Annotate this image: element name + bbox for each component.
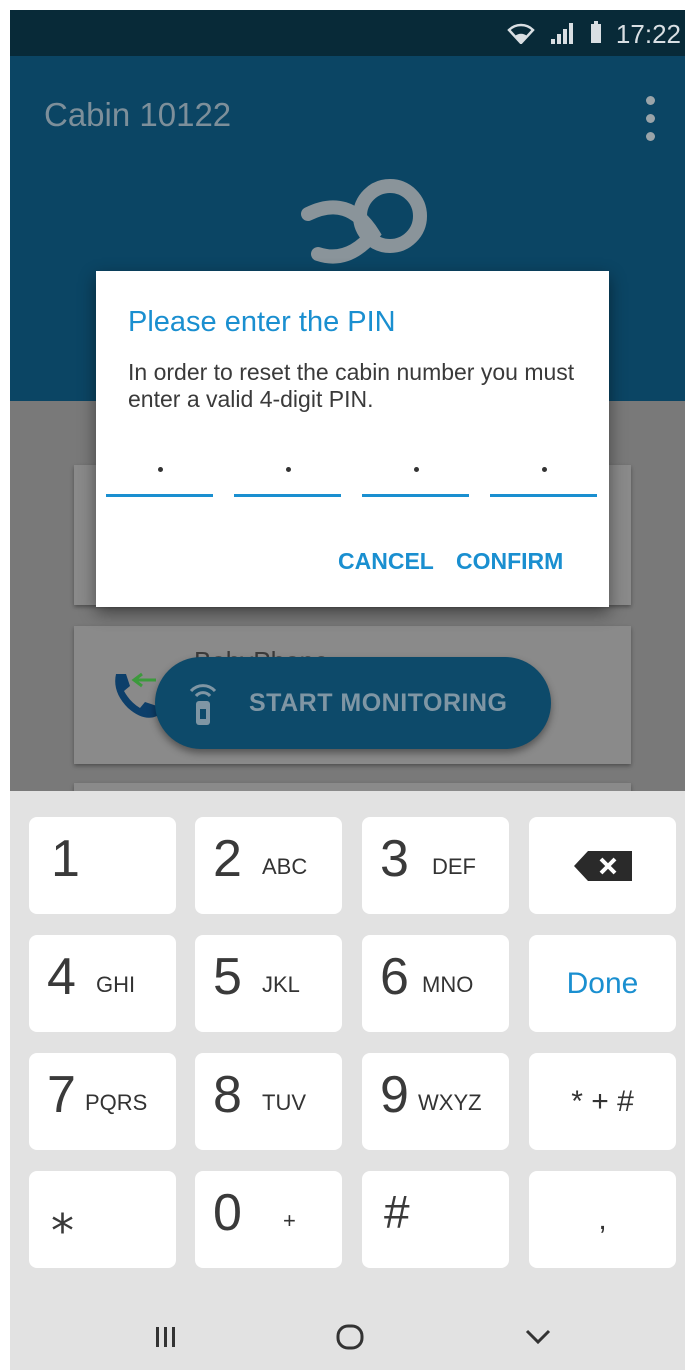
pacifier-logo-icon — [301, 179, 427, 264]
key-digit: 6 — [380, 948, 409, 1006]
pin-placeholder-dot — [541, 467, 547, 472]
key-digit: 7 — [47, 1066, 76, 1124]
key-9[interactable]: 9 WXYZ — [362, 1053, 509, 1150]
wifi-icon — [507, 23, 535, 44]
nav-bar — [10, 1305, 685, 1370]
key-8[interactable]: 8 TUV — [195, 1053, 342, 1150]
key-letters: + — [283, 1208, 296, 1233]
key-letters: PQRS — [85, 1090, 148, 1115]
pin-placeholder-dot — [157, 467, 163, 472]
signal-icon — [551, 22, 575, 44]
key-digit: ⁎ — [51, 1190, 74, 1242]
key-7[interactable]: 7 PQRS — [29, 1053, 176, 1150]
key-6[interactable]: 6 MNO — [362, 935, 509, 1032]
key-letters: GHI — [96, 972, 136, 997]
key-digit: 8 — [213, 1066, 242, 1124]
key-hash[interactable]: # — [362, 1171, 509, 1268]
dialog-title: Please enter the PIN — [128, 306, 396, 338]
phone-screen: 17:22 Cabin 10122 BabyPhone — [10, 10, 685, 1370]
key-5[interactable]: 5 JKL — [195, 935, 342, 1032]
pin-digit-2[interactable] — [234, 461, 341, 497]
key-digit: 1 — [51, 830, 80, 888]
numeric-keyboard: 1 2 ABC 3 DEF 4 GHI 5 JKL 6 MNO Done 7 P… — [10, 791, 685, 1370]
backspace-icon — [574, 851, 632, 881]
start-monitoring-label: START MONITORING — [249, 688, 508, 717]
app-title: Cabin 10122 — [44, 96, 232, 133]
home-icon[interactable] — [334, 1321, 366, 1353]
comma-key[interactable]: , — [529, 1171, 676, 1268]
recents-icon[interactable] — [154, 1321, 178, 1353]
pin-placeholder-dot — [413, 467, 419, 472]
dialog-message: In order to reset the cabin number you m… — [128, 359, 575, 412]
wireless-device-icon — [189, 684, 217, 725]
key-digit: 5 — [213, 948, 242, 1006]
battery-icon — [591, 21, 601, 43]
backspace-key[interactable] — [529, 817, 676, 914]
key-digit: 3 — [380, 830, 409, 888]
pin-placeholder-dot — [285, 467, 291, 472]
back-icon[interactable] — [522, 1321, 554, 1353]
key-digit: 9 — [380, 1066, 409, 1124]
key-1[interactable]: 1 — [29, 817, 176, 914]
pin-digit-1[interactable] — [106, 461, 213, 497]
key-letters: WXYZ — [418, 1090, 482, 1115]
key-letters: DEF — [432, 854, 476, 879]
key-3[interactable]: 3 DEF — [362, 817, 509, 914]
key-digit: 2 — [213, 830, 242, 888]
pin-dialog: Please enter the PIN In order to reset t… — [96, 271, 609, 607]
confirm-button[interactable]: CONFIRM — [456, 548, 563, 575]
main-content: BabyPhone START MONITORING Please enter … — [10, 271, 685, 803]
key-digit: # — [384, 1186, 410, 1238]
more-vert-icon[interactable] — [643, 96, 657, 142]
pin-digit-4[interactable] — [490, 461, 597, 497]
start-monitoring-button[interactable]: START MONITORING — [155, 657, 551, 749]
key-4[interactable]: 4 GHI — [29, 935, 176, 1032]
key-digit: 4 — [47, 948, 76, 1006]
symbols-key[interactable]: * + # — [529, 1053, 676, 1150]
key-asterisk[interactable]: ⁎ — [29, 1171, 176, 1268]
pin-digit-3[interactable] — [362, 461, 469, 497]
key-2[interactable]: 2 ABC — [195, 817, 342, 914]
key-letters: ABC — [262, 854, 308, 879]
status-time: 17:22 — [615, 19, 681, 49]
key-letters: JKL — [262, 972, 300, 997]
cancel-button[interactable]: CANCEL — [338, 548, 434, 575]
status-bar: 17:22 — [10, 10, 685, 56]
key-digit: 0 — [213, 1184, 242, 1242]
key-letters: TUV — [262, 1090, 306, 1115]
key-0[interactable]: 0 + — [195, 1171, 342, 1268]
key-letters: MNO — [422, 972, 474, 997]
done-key[interactable]: Done — [529, 935, 676, 1032]
